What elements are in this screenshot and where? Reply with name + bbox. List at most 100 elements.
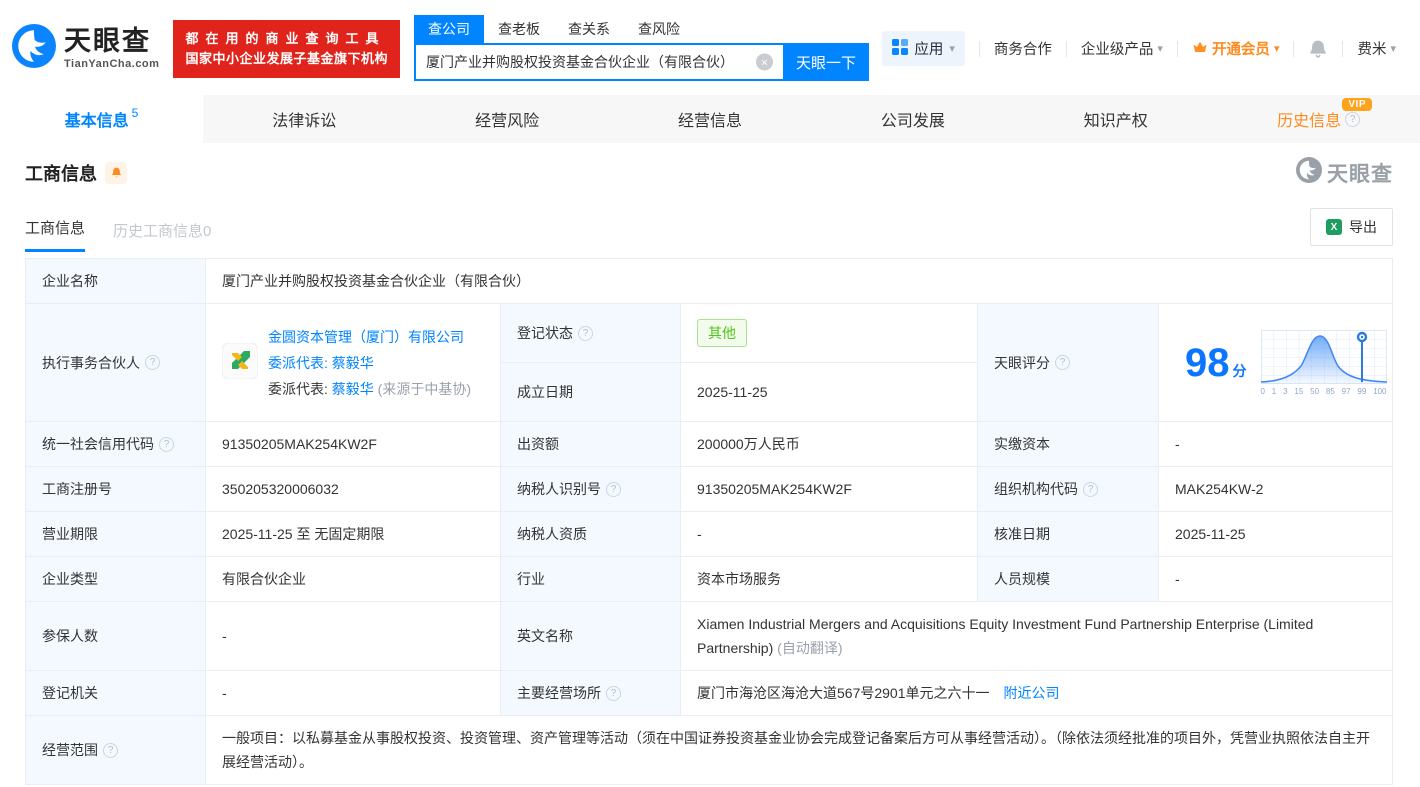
label-tianyan-score: 天眼评分 ? xyxy=(978,304,1159,422)
label-capital: 出资额 xyxy=(501,422,681,467)
label-industry: 行业 xyxy=(501,557,681,602)
partner-company-logo[interactable] xyxy=(222,343,258,382)
help-icon[interactable]: ? xyxy=(103,743,118,758)
apps-label: 应用 xyxy=(914,38,943,59)
tianyancha-logo[interactable]: 天眼查 TianYanCha.com xyxy=(12,24,159,73)
score-unit: 分 xyxy=(1233,363,1247,379)
label-business-term: 营业期限 xyxy=(26,512,206,557)
partner-rep2-source: (来源于中基协) xyxy=(378,381,471,397)
nearby-companies-link[interactable]: 附近公司 xyxy=(1004,683,1060,703)
label-business-site: 主要经营场所 ? xyxy=(501,671,681,716)
brand-slogan-banner: 都在用的商业查询工具 国家中小企业发展子基金旗下机构 xyxy=(173,20,400,78)
help-icon[interactable]: ? xyxy=(578,326,593,341)
search-tab-risk[interactable]: 查风险 xyxy=(624,15,694,43)
top-navigation: 应用 ▾ 商务合作 企业级产品 ▾ 开通会员 ▾ xyxy=(882,31,1396,66)
slogan-line2: 国家中小企业发展子基金旗下机构 xyxy=(185,49,388,69)
caret-down-icon: ▾ xyxy=(1274,42,1280,55)
label-establish-date: 成立日期 xyxy=(501,363,681,422)
search-button[interactable]: 天眼一下 xyxy=(783,43,869,81)
tab-legal-litigation[interactable]: 法律诉讼 xyxy=(203,95,406,143)
logo-domain: TianYanCha.com xyxy=(64,59,159,70)
subtab-business-info[interactable]: 工商信息 xyxy=(25,217,85,252)
label-company-name: 企业名称 xyxy=(26,259,206,304)
auto-translate-note: (自动翻译) xyxy=(777,640,842,656)
help-icon[interactable]: ? xyxy=(1083,482,1098,497)
value-insured-count: - xyxy=(206,602,501,671)
partner-rep2-link[interactable]: 蔡毅华 xyxy=(332,381,374,397)
search-tab-company[interactable]: 查公司 xyxy=(414,15,484,43)
value-capital: 200000万人民币 xyxy=(681,422,978,467)
value-staff-size: - xyxy=(1159,557,1393,602)
value-business-term: 2025-11-25 至 无固定期限 xyxy=(206,512,501,557)
divider xyxy=(1293,41,1294,57)
watermark-text: 天眼查 xyxy=(1327,158,1393,188)
score-number: 98分 xyxy=(1185,343,1247,383)
label-business-scope: 经营范围 ? xyxy=(26,716,206,784)
export-button[interactable]: X 导出 xyxy=(1310,208,1393,246)
tab-operation-info[interactable]: 经营信息 xyxy=(609,95,812,143)
label-executive-partner: 执行事务合伙人 ? xyxy=(26,304,206,422)
notification-bell-icon[interactable] xyxy=(1308,39,1328,59)
search-tab-relation[interactable]: 查关系 xyxy=(554,15,624,43)
value-taxpayer-id: 91350205MAK254KW2F xyxy=(681,467,978,512)
value-taxpayer-quality: - xyxy=(681,512,978,557)
divider xyxy=(1177,41,1178,57)
user-menu[interactable]: 费米 ▾ xyxy=(1357,38,1396,59)
excel-icon: X xyxy=(1326,219,1342,235)
search-input[interactable] xyxy=(414,43,783,81)
help-icon[interactable]: ? xyxy=(159,437,174,452)
value-org-code: MAK254KW-2 xyxy=(1159,467,1393,512)
help-icon[interactable]: ? xyxy=(606,482,621,497)
label-taxpayer-id: 纳税人识别号 ? xyxy=(501,467,681,512)
value-reg-authority: - xyxy=(206,671,501,716)
main-content: 工商信息 天眼查 工商信息 历史工商信息0 X 导出 xyxy=(0,143,1420,785)
crown-icon xyxy=(1192,40,1208,58)
value-tianyan-score: 98分 xyxy=(1159,304,1393,422)
label-insured-count: 参保人数 xyxy=(26,602,206,671)
value-english-name: Xiamen Industrial Mergers and Acquisitio… xyxy=(681,602,1393,671)
clear-icon[interactable]: × xyxy=(756,54,773,71)
value-establish-date: 2025-11-25 xyxy=(681,363,978,422)
value-executive-partner: 金圆资本管理（厦门）有限公司 委派代表: 蔡毅华 委派代表: 蔡毅华 (来源于中… xyxy=(206,304,501,422)
subtab-history-business-info[interactable]: 历史工商信息0 xyxy=(113,220,211,252)
nav-open-vip[interactable]: 开通会员 ▾ xyxy=(1192,38,1280,59)
search-area: 查公司 查老板 查关系 查风险 × 天眼一下 xyxy=(414,16,869,81)
nav-business-cooperation[interactable]: 商务合作 xyxy=(994,38,1052,59)
value-reg-status: 其他 xyxy=(681,304,978,363)
partner-rep1-link[interactable]: 委派代表: 蔡毅华 xyxy=(268,355,374,371)
value-paid-capital: - xyxy=(1159,422,1393,467)
nav-enterprise-products[interactable]: 企业级产品 ▾ xyxy=(1081,38,1163,59)
help-icon[interactable]: ? xyxy=(145,355,160,370)
help-icon[interactable]: ? xyxy=(1055,355,1070,370)
label-credit-code: 统一社会信用代码 ? xyxy=(26,422,206,467)
tab-basic-info[interactable]: 基本信息5 xyxy=(0,95,203,143)
tab-company-development[interactable]: 公司发展 xyxy=(811,95,1014,143)
score-distribution-chart: 0131550859799100 xyxy=(1261,330,1387,396)
apps-menu[interactable]: 应用 ▾ xyxy=(882,31,965,66)
label-approval-date: 核准日期 xyxy=(978,512,1159,557)
caret-down-icon: ▾ xyxy=(949,42,955,55)
tab-operation-risk[interactable]: 经营风险 xyxy=(406,95,609,143)
value-industry: 资本市场服务 xyxy=(681,557,978,602)
divider xyxy=(1066,41,1067,57)
tab-history-info[interactable]: VIP 历史信息 ? xyxy=(1217,95,1420,143)
label-staff-size: 人员规模 xyxy=(978,557,1159,602)
section-title: 工商信息 xyxy=(25,160,97,186)
page-header: 天眼查 TianYanCha.com 都在用的商业查询工具 国家中小企业发展子基… xyxy=(0,0,1420,95)
divider xyxy=(979,41,980,57)
monitor-bell-icon[interactable] xyxy=(105,162,127,184)
tab-intellectual-property[interactable]: 知识产权 xyxy=(1014,95,1217,143)
help-icon[interactable]: ? xyxy=(606,686,621,701)
value-approval-date: 2025-11-25 xyxy=(1159,512,1393,557)
watermark-logo-icon xyxy=(1296,157,1322,188)
caret-down-icon: ▾ xyxy=(1390,42,1396,55)
help-icon[interactable]: ? xyxy=(1345,112,1360,127)
value-business-site: 厦门市海沧区海沧大道567号2901单元之六十一 附近公司 xyxy=(681,671,1393,716)
search-tab-boss[interactable]: 查老板 xyxy=(484,15,554,43)
search-tabs: 查公司 查老板 查关系 查风险 xyxy=(414,16,869,43)
vip-badge: VIP xyxy=(1342,98,1372,111)
value-credit-code: 91350205MAK254KW2F xyxy=(206,422,501,467)
label-org-code: 组织机构代码 ? xyxy=(978,467,1159,512)
partner-company-link[interactable]: 金圆资本管理（厦门）有限公司 xyxy=(268,329,464,345)
tianyancha-watermark: 天眼查 xyxy=(1296,157,1393,188)
